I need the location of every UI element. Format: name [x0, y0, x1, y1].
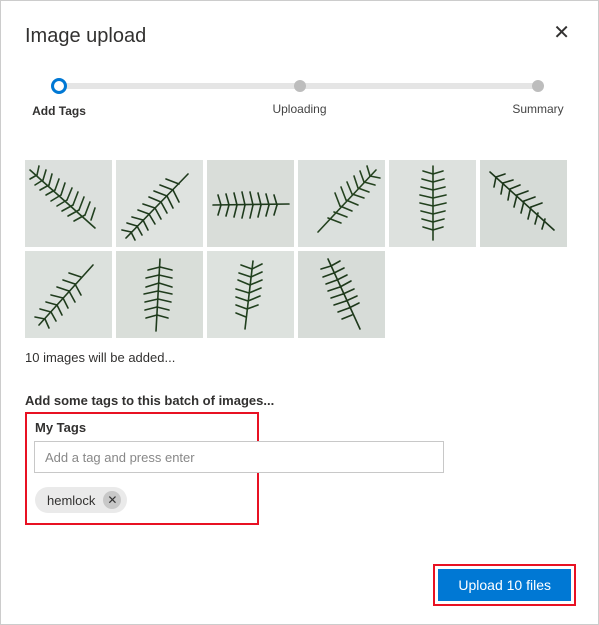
image-thumbnail[interactable]: [298, 251, 385, 338]
my-tags-section: My Tags hemlock ✕: [25, 412, 259, 525]
close-icon: ✕: [107, 493, 117, 507]
upload-button-highlight: Upload 10 files: [433, 564, 576, 606]
step-dot-icon: [532, 80, 544, 92]
step-uploading: Uploading: [260, 78, 340, 116]
tag-input[interactable]: [34, 441, 444, 473]
image-thumbnail[interactable]: [25, 251, 112, 338]
step-dot-icon: [294, 80, 306, 92]
step-label: Uploading: [260, 102, 340, 116]
dialog-title: Image upload: [25, 25, 146, 48]
progress-stepper: Add Tags Uploading Summary: [53, 78, 546, 126]
tags-prompt: Add some tags to this batch of images...: [25, 393, 574, 408]
image-thumbnail[interactable]: [116, 160, 203, 247]
close-icon: ✕: [553, 22, 570, 44]
step-label: Summary: [498, 102, 578, 116]
upload-button[interactable]: Upload 10 files: [438, 569, 571, 601]
image-thumbnail[interactable]: [116, 251, 203, 338]
step-add-tags: Add Tags: [19, 78, 99, 118]
close-button[interactable]: ✕: [549, 23, 574, 43]
image-thumbnail[interactable]: [389, 160, 476, 247]
step-dot-icon: [51, 78, 67, 94]
tag-chip[interactable]: hemlock ✕: [35, 487, 127, 513]
image-thumbnail[interactable]: [207, 160, 294, 247]
image-upload-dialog: Image upload ✕ Add Tags Uploading Summar…: [1, 1, 598, 545]
step-label: Add Tags: [19, 104, 99, 118]
image-thumbnail[interactable]: [207, 251, 294, 338]
step-summary: Summary: [498, 78, 578, 116]
thumbnail-grid: [25, 160, 574, 338]
image-thumbnail[interactable]: [480, 160, 567, 247]
my-tags-label: My Tags: [35, 420, 249, 435]
image-thumbnail[interactable]: [25, 160, 112, 247]
image-thumbnail[interactable]: [298, 160, 385, 247]
tag-chip-label: hemlock: [47, 493, 95, 508]
upload-count-status: 10 images will be added...: [25, 350, 574, 365]
tag-remove-button[interactable]: ✕: [103, 491, 121, 509]
